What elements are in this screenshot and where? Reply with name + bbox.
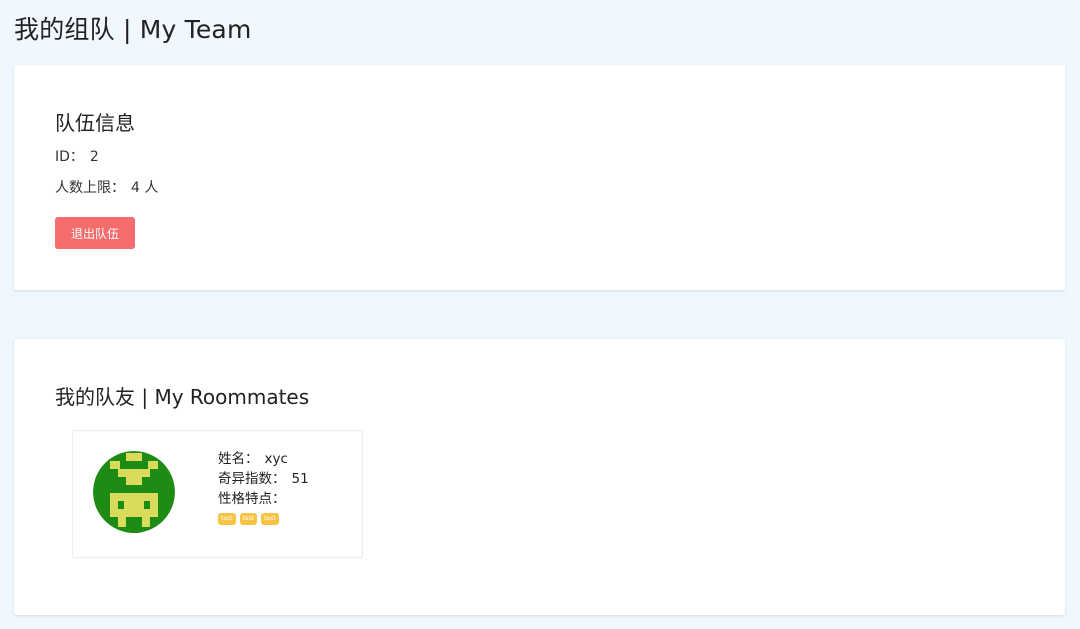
- team-id-line: ID： 2: [55, 146, 99, 166]
- roommate-name-value: xyc: [264, 451, 288, 467]
- pixel-avatar-icon: [93, 451, 175, 533]
- team-info-title: 队伍信息: [55, 111, 135, 135]
- roommate-name-line: 姓名： xyc: [218, 449, 309, 469]
- trait-tag: test: [239, 513, 258, 525]
- quit-team-button[interactable]: 退出队伍: [55, 217, 135, 249]
- roommate-score-label: 奇异指数：: [218, 471, 286, 487]
- team-id-label: ID：: [55, 149, 84, 165]
- roommates-card: 我的队友 | My Roommates 姓名： xyc 奇异指数： 51 性格特…: [14, 339, 1065, 615]
- roommate-score-value: 51: [291, 471, 309, 487]
- roommate-score-line: 奇异指数： 51: [218, 469, 309, 489]
- team-id-value: 2: [89, 149, 99, 165]
- team-limit-line: 人数上限： 4 人: [55, 177, 158, 197]
- trait-tag: test: [218, 513, 236, 525]
- trait-tag: test: [261, 513, 279, 525]
- roommate-info: 姓名： xyc 奇异指数： 51 性格特点： test test test: [218, 449, 309, 525]
- page-title: 我的组队 | My Team: [14, 15, 252, 44]
- team-info-card: 队伍信息 ID： 2 人数上限： 4 人 退出队伍: [14, 65, 1065, 290]
- roommate-name-label: 姓名：: [218, 451, 259, 467]
- roommate-traits-label: 性格特点：: [218, 491, 286, 507]
- team-limit-label: 人数上限：: [55, 180, 125, 196]
- roommate-tags: test test test: [218, 513, 309, 525]
- roommate-card: 姓名： xyc 奇异指数： 51 性格特点： test test test: [72, 430, 363, 558]
- team-limit-value: 4 人: [131, 180, 159, 196]
- roommate-traits-line: 性格特点：: [218, 489, 309, 509]
- roommates-title: 我的队友 | My Roommates: [55, 385, 310, 409]
